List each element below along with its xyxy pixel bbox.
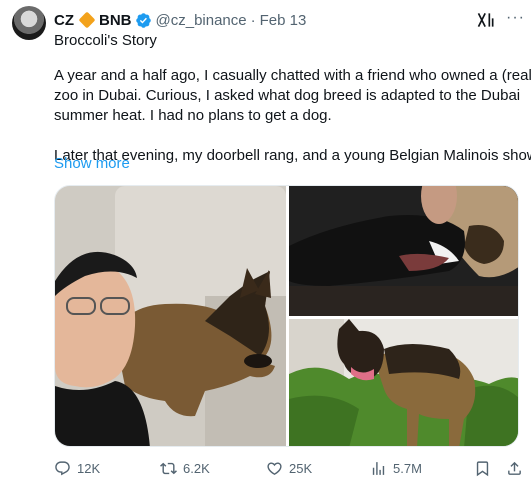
- share-icon: [508, 461, 521, 475]
- views-button[interactable]: 5.7M: [370, 458, 422, 478]
- reply-button[interactable]: 12K: [54, 458, 100, 478]
- like-count: 25K: [289, 460, 313, 476]
- gold-diamond-icon: [78, 11, 96, 29]
- text-line: zoo in Dubai. Curious, I asked what dog …: [54, 87, 521, 104]
- tweet-date[interactable]: Feb 13: [260, 12, 307, 29]
- reply-count: 12K: [77, 460, 101, 476]
- author-name[interactable]: CZ: [54, 12, 74, 29]
- heart-icon: [267, 461, 282, 475]
- like-button[interactable]: 25K: [266, 458, 312, 478]
- share-button[interactable]: [506, 458, 523, 478]
- repost-icon: [160, 462, 177, 474]
- avatar[interactable]: [12, 6, 46, 40]
- tweet-actions: 12K 6.2K 25K 5.7M: [54, 458, 524, 478]
- tweet-paragraph: A year and a half ago, I casually chatte…: [54, 66, 531, 126]
- views-icon: [372, 461, 385, 475]
- repost-button[interactable]: 6.2K: [160, 458, 210, 478]
- repost-count: 6.2K: [183, 460, 210, 476]
- text-line: summer heat. I had no plans to get a dog…: [54, 107, 332, 124]
- bookmark-button[interactable]: [474, 458, 491, 478]
- photo-selfie-with-dog[interactable]: [55, 186, 286, 446]
- tweet-header: CZ BNB @cz_binance · Feb 13: [54, 10, 306, 30]
- author-org[interactable]: BNB: [99, 12, 132, 29]
- show-more-link[interactable]: Show more: [54, 155, 130, 172]
- photo-dog-garden[interactable]: [289, 319, 518, 446]
- views-count: 5.7M: [393, 460, 422, 476]
- grok-icon[interactable]: [476, 10, 496, 30]
- separator-dot: ·: [250, 11, 256, 29]
- photo-dog-teeth[interactable]: [289, 186, 518, 316]
- media-grid: [54, 185, 519, 447]
- tweet-title: Broccoli's Story: [54, 32, 157, 49]
- text-line: A year and a half ago, I casually chatte…: [54, 67, 531, 84]
- author-handle[interactable]: @cz_binance: [156, 12, 247, 29]
- tweet[interactable]: CZ BNB @cz_binance · Feb 13 ··· Broccoli…: [0, 0, 531, 482]
- verified-badge-icon: [135, 12, 151, 28]
- bookmark-icon: [476, 460, 489, 476]
- more-options-icon[interactable]: ···: [506, 8, 524, 28]
- reply-icon: [55, 460, 70, 475]
